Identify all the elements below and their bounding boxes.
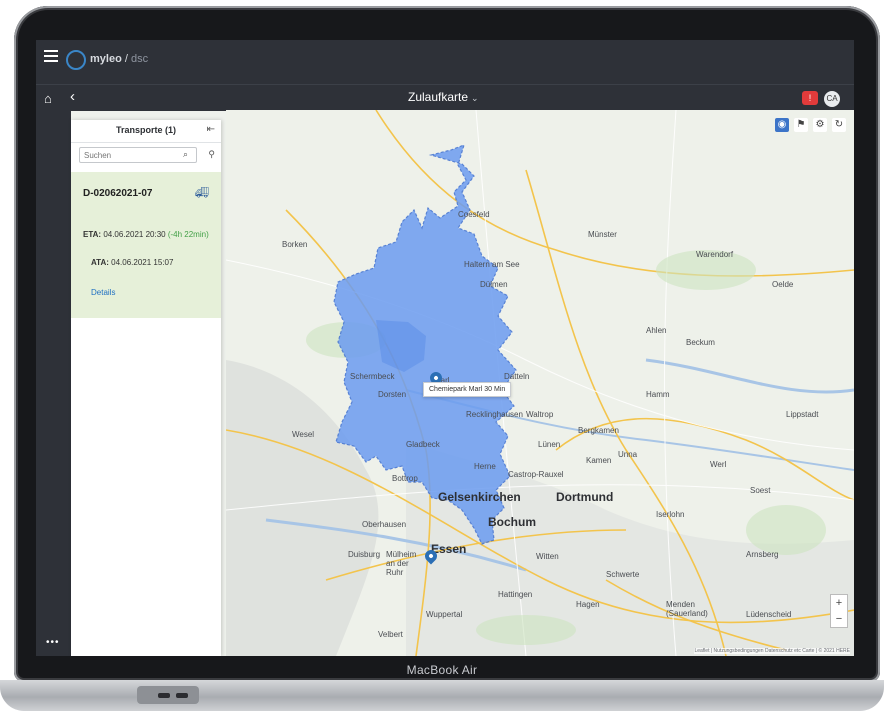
device-brand-label: MacBook Air: [406, 663, 478, 677]
city-label: Coesfeld: [458, 210, 490, 219]
transport-card[interactable]: D-02062021-07 🚚︎ ETA: 04.06.2021 20:30 (…: [71, 172, 221, 318]
map-attribution: Leaflet | Nutzungsbedingungen Datenschut…: [694, 648, 850, 654]
pin-tooltip: Chemiepark Marl 30 Min: [423, 382, 512, 397]
city-label: Wuppertal: [426, 610, 463, 619]
eta-row: ETA: 04.06.2021 20:30 (-4h 22min): [83, 230, 209, 239]
city-label: Oberhausen: [362, 520, 407, 529]
map-view[interactable]: Gelsenkirchen Bochum Dortmund Essen Ober…: [226, 110, 854, 656]
city-label: Witten: [536, 552, 559, 561]
city-label: Lüdenscheid: [746, 610, 792, 619]
transports-panel: Transporte (1) ⇤ ⌕ ⚲ D-02062021-07 🚚︎ ET…: [71, 120, 221, 656]
zoom-control: + −: [830, 594, 848, 628]
zoom-out-button[interactable]: −: [831, 611, 847, 627]
city-label: Kamen: [586, 456, 612, 465]
sub-bar: ⌂ ‹ Zulaufkarte ⌄ ! CA: [36, 84, 854, 111]
usb-port: [176, 693, 188, 698]
zoom-in-button[interactable]: +: [831, 595, 847, 611]
city-label: Schermbeck: [350, 372, 395, 381]
chevron-down-icon: ⌄: [471, 93, 479, 103]
city-label: Soest: [750, 486, 771, 495]
city-label: Unna: [618, 450, 638, 459]
city-label: Dortmund: [556, 490, 614, 504]
app-logo-text: myleo / dsc: [90, 53, 149, 65]
panel-header: Transporte (1) ⇤: [71, 120, 221, 143]
search-icon[interactable]: ⌕: [183, 149, 188, 160]
hamburger-menu-icon[interactable]: [44, 50, 58, 62]
city-label: Velbert: [378, 630, 403, 639]
city-label: Warendorf: [696, 250, 734, 259]
details-link[interactable]: Details: [91, 288, 115, 297]
panel-title: Transporte (1): [115, 125, 176, 135]
filter-icon[interactable]: ⚲: [208, 149, 215, 160]
city-label: Arnsberg: [746, 550, 779, 559]
city-label: Iserlohn: [656, 510, 685, 519]
city-label: Menden (Sauerland): [666, 600, 708, 618]
side-rail: •••: [36, 110, 71, 656]
city-label: Schwerte: [606, 570, 640, 579]
ata-row: ATA: 04.06.2021 15:07: [91, 258, 174, 267]
city-label: Ahlen: [646, 326, 667, 335]
refresh-icon[interactable]: ↻: [832, 118, 846, 132]
more-options-icon[interactable]: •••: [46, 637, 60, 648]
city-label: Datteln: [504, 372, 530, 381]
city-label: Lippstadt: [786, 410, 819, 419]
city-label: Oelde: [772, 280, 794, 289]
city-label: Gladbeck: [406, 440, 440, 449]
city-label: Dorsten: [378, 390, 407, 399]
map-toolbar: ◉ ⚑ ⚙ ↻: [775, 118, 846, 132]
page-title[interactable]: Zulaufkarte ⌄: [408, 90, 479, 104]
city-label: Bergkamen: [578, 426, 619, 435]
city-label: Hamm: [646, 390, 670, 399]
laptop-base: [0, 680, 884, 711]
city-label: Bochum: [488, 515, 536, 529]
flag-icon[interactable]: ⚑: [794, 118, 808, 132]
city-label: Castrop-Rauxel: [508, 470, 564, 479]
city-label: Borken: [282, 240, 308, 249]
city-label: Dülmen: [480, 280, 508, 289]
usb-port: [158, 693, 170, 698]
app-screen: myleo / dsc ⌂ ‹ Zulaufkarte ⌄ ! CA ••• G…: [36, 40, 854, 656]
top-bar: myleo / dsc: [36, 40, 854, 84]
city-label: Haltern am See: [464, 260, 520, 269]
layer-toggle-icon[interactable]: ◉: [775, 118, 789, 132]
map-canvas: [226, 110, 854, 656]
city-label: Duisburg: [348, 550, 381, 559]
city-label: Münster: [588, 230, 617, 239]
city-label: Werl: [710, 460, 727, 469]
collapse-panel-icon[interactable]: ⇤: [207, 124, 215, 135]
avatar[interactable]: CA: [824, 91, 840, 107]
city-label: Hagen: [576, 600, 600, 609]
eta-delay: (-4h 22min): [167, 230, 209, 239]
back-chevron-icon[interactable]: ‹: [70, 88, 75, 105]
city-label: Mülheim an der Ruhr: [386, 550, 417, 577]
city-label: Herne: [474, 462, 496, 471]
notification-icon[interactable]: !: [802, 91, 818, 105]
city-label: Waltrop: [526, 410, 554, 419]
search-input[interactable]: [79, 147, 197, 163]
search-row: ⌕ ⚲: [71, 143, 221, 169]
city-label: Beckum: [686, 338, 715, 347]
city-label: Gelsenkirchen: [438, 490, 521, 504]
city-label: Wesel: [292, 430, 315, 439]
city-label: Hattingen: [498, 590, 533, 599]
settings-icon[interactable]: ⚙: [813, 118, 827, 132]
city-label: Lünen: [538, 440, 561, 449]
myleo-logo-icon: [66, 50, 86, 70]
city-label: Recklinghausen: [466, 410, 523, 419]
transport-id: D-02062021-07: [83, 188, 153, 199]
truck-icon: 🚚︎: [195, 187, 209, 199]
home-icon[interactable]: ⌂: [44, 91, 52, 106]
city-label: Bottrop: [392, 474, 418, 483]
